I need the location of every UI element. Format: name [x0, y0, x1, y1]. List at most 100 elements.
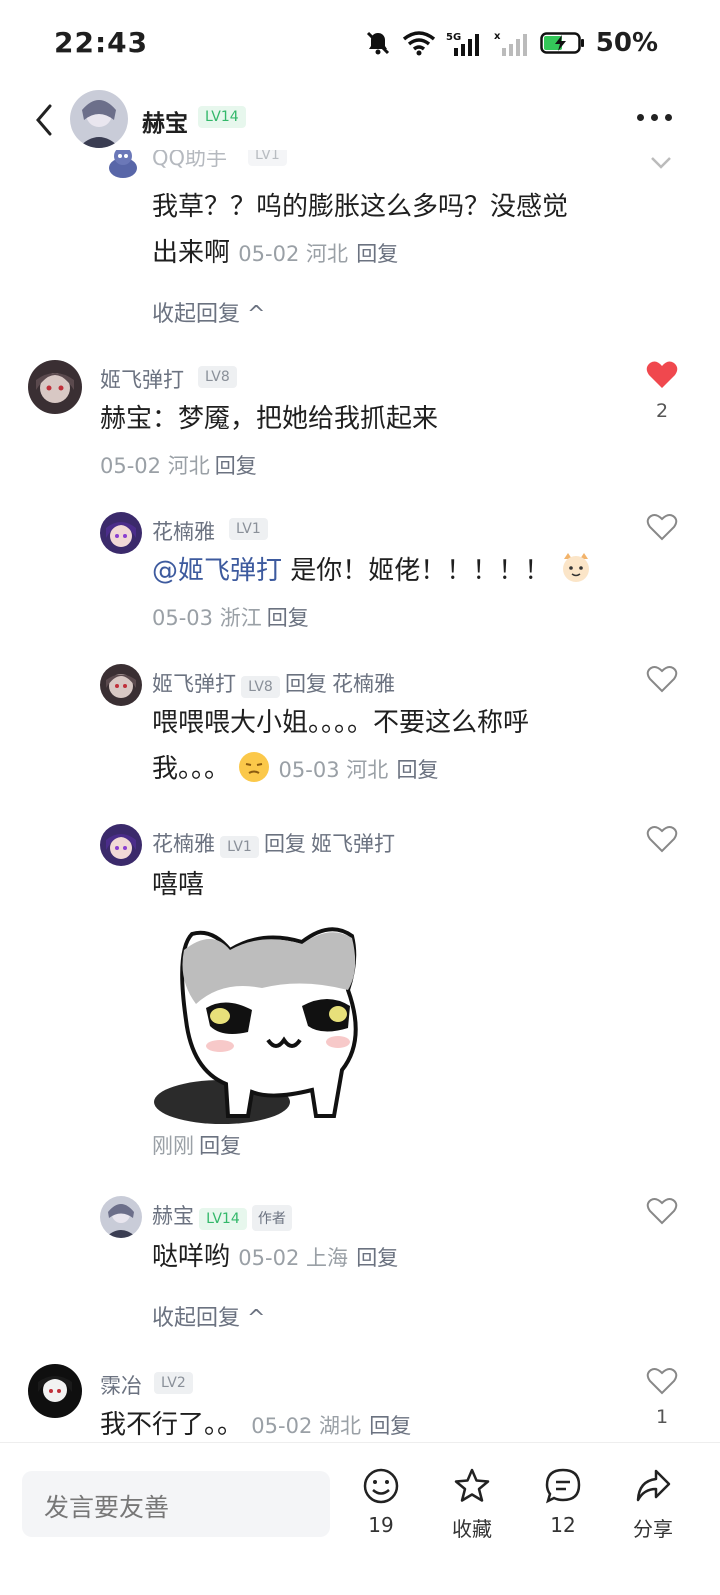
reply-author-name[interactable]: 花楠雅 — [152, 832, 215, 856]
like-count: 2 — [655, 400, 669, 422]
status-bar: 22:43 5G x 50% — [0, 0, 720, 90]
comment-author-name[interactable]: 霂冶 — [100, 1370, 142, 1400]
reply-meta-row: 刚刚 回复 — [152, 1130, 241, 1160]
comment-author-name[interactable]: 姬飞弹打 — [100, 364, 184, 394]
heart-outline-icon[interactable] — [646, 664, 678, 694]
level-badge: LV1 — [229, 518, 268, 540]
comment-meta: 05-02 河北 — [100, 454, 210, 478]
like-count: 1 — [655, 1406, 669, 1428]
avatar[interactable] — [28, 1364, 82, 1418]
share-button[interactable]: 分享 — [618, 1467, 688, 1542]
avatar[interactable] — [104, 150, 142, 180]
heart-outline-icon[interactable] — [646, 1366, 678, 1396]
comment-text: 赫宝：梦魇，把她给我抓起来 — [100, 404, 439, 434]
heart-filled-icon[interactable] — [646, 360, 678, 390]
back-arrow-icon[interactable] — [30, 102, 60, 138]
heart-outline-icon[interactable] — [646, 824, 678, 854]
level-badge: LV1 — [248, 150, 287, 166]
reply-button[interactable]: 回复 — [397, 758, 439, 782]
reply-header: 花楠雅 LV1 回复 姬飞弹打 — [152, 828, 395, 858]
chevron-down-icon[interactable] — [650, 156, 672, 170]
reply-meta: 05-02 上海 — [238, 1246, 348, 1270]
reply-text: 哒咩哟 05-02 上海 回复 — [152, 1242, 399, 1272]
reply-meta: 刚刚 — [152, 1134, 194, 1158]
share-arrow-icon — [636, 1469, 671, 1502]
reply-button[interactable]: 回复 — [369, 1414, 411, 1438]
favorite-button[interactable]: 收藏 — [437, 1467, 507, 1542]
heart-outline-icon[interactable] — [646, 512, 678, 542]
more-dots-icon[interactable] — [637, 114, 672, 121]
collapse-replies-button[interactable]: 收起回复 ^ — [152, 296, 265, 328]
reply-button[interactable]: 回复 — [356, 1246, 398, 1270]
comment-button[interactable]: 12 — [528, 1467, 598, 1537]
status-icons: 5G x 50% — [364, 28, 658, 58]
wifi-icon — [402, 31, 435, 56]
level-badge: LV8 — [241, 676, 280, 698]
heart-outline-icon[interactable] — [646, 1196, 678, 1226]
author-tag-badge: 作者 — [251, 1205, 292, 1231]
reply-button[interactable]: 回复 — [215, 454, 257, 478]
signal-5g-icon: 5G — [446, 32, 479, 56]
comment-list[interactable]: QQ助手 LV1 我草？？呜的膨胀这么多吗？没感觉 出来啊 05-02 河北 回… — [0, 150, 720, 1440]
avatar[interactable] — [100, 824, 142, 866]
status-time: 22:43 — [54, 26, 149, 59]
collapse-replies-button[interactable]: 收起回复 ^ — [152, 1300, 265, 1332]
input-placeholder: 发言要友善 — [44, 1493, 170, 1522]
reply-to-word: 回复 — [263, 832, 306, 856]
header-level-badge: LV14 — [198, 106, 246, 128]
mention-link[interactable]: @姬飞弹打 — [152, 556, 282, 586]
comment-text: 我不行了。。 05-02 湖北 回复 — [100, 1410, 412, 1440]
reply-text: 嘻嘻 — [152, 870, 205, 900]
smiley-icon — [363, 1468, 399, 1504]
reply-text: 我草？？呜的膨胀这么多吗？没感觉 出来啊 05-02 河北 回复 — [152, 192, 569, 268]
reply-meta: 05-02 河北 — [238, 242, 348, 266]
reply-to-name[interactable]: 花楠雅 — [332, 672, 395, 696]
share-label: 分享 — [633, 1517, 673, 1541]
level-badge: LV1 — [220, 836, 259, 858]
comment-meta: 05-02 湖北 — [251, 1414, 361, 1438]
comment-bubble-icon — [545, 1468, 581, 1504]
svg-text:5G: 5G — [446, 32, 461, 43]
smirk-emoji-icon — [239, 752, 270, 782]
reply-meta: 05-03 浙江 — [152, 606, 262, 630]
battery-charging-icon — [540, 32, 584, 54]
reply-header: 姬飞弹打 LV8 回复 花楠雅 — [152, 668, 395, 698]
avatar[interactable] — [100, 1196, 142, 1238]
reply-text: @姬飞弹打 是你！姬佬！！！！！ — [152, 548, 642, 594]
star-icon — [454, 1468, 490, 1502]
comment-total: 12 — [550, 1513, 576, 1537]
mute-bell-icon — [366, 31, 389, 55]
level-badge: LV8 — [198, 366, 237, 388]
header-title: 赫宝 — [142, 111, 188, 137]
reply-to-name[interactable]: 姬飞弹打 — [311, 832, 395, 856]
reply-header: 赫宝 LV14 作者 — [152, 1200, 292, 1231]
cat-emoji-icon — [562, 553, 589, 582]
cat-sticker-image[interactable] — [152, 920, 368, 1126]
comment-meta-row: 05-02 河北 回复 — [100, 450, 257, 480]
signal-empty-icon: x — [494, 31, 527, 56]
avatar[interactable] — [28, 360, 82, 414]
reply-to-word: 回复 — [284, 672, 327, 696]
reply-author-name[interactable]: QQ助手 — [152, 150, 227, 172]
like-button[interactable]: 19 — [346, 1467, 416, 1537]
reply-button[interactable]: 回复 — [267, 606, 309, 630]
reply-button[interactable]: 回复 — [199, 1134, 241, 1158]
bottom-action-bar: 发言要友善 19 收藏 12 分享 — [0, 1442, 720, 1595]
avatar[interactable] — [100, 664, 142, 706]
avatar[interactable] — [100, 512, 142, 554]
like-total: 19 — [368, 1513, 394, 1537]
favorite-label: 收藏 — [452, 1517, 492, 1541]
battery-percentage: 50% — [595, 28, 658, 58]
chat-header: 赫宝 LV14 — [0, 90, 720, 150]
level-badge: LV2 — [154, 1372, 193, 1394]
reply-meta: 05-03 河北 — [278, 758, 389, 782]
reply-text: 喂喂喂大小姐。。。。不要这么称呼 我。。。 05-03 河北 回复 — [152, 708, 530, 784]
comment-input[interactable]: 发言要友善 — [22, 1471, 330, 1537]
reply-author-name[interactable]: 姬飞弹打 — [152, 672, 236, 696]
level-badge: LV14 — [199, 1208, 247, 1230]
svg-text:x: x — [494, 31, 501, 42]
header-avatar[interactable] — [70, 90, 128, 148]
reply-author-name[interactable]: 花楠雅 — [152, 516, 215, 546]
reply-button[interactable]: 回复 — [356, 242, 398, 266]
reply-author-name[interactable]: 赫宝 — [152, 1204, 194, 1228]
